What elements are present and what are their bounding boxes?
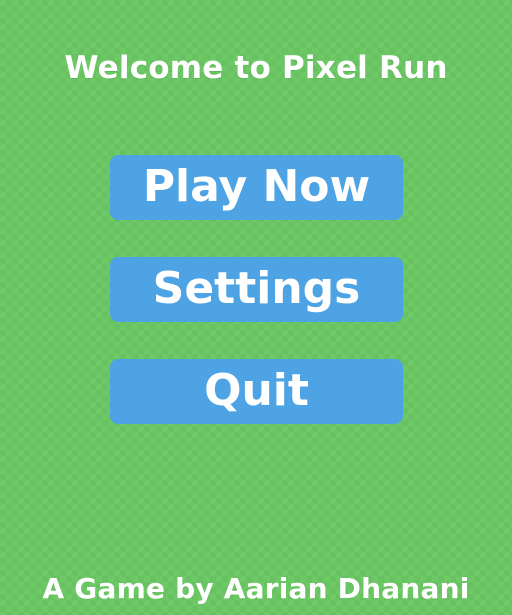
quit-button[interactable]: Quit [110,359,403,424]
game-title: Welcome to Pixel Run [64,50,448,86]
play-now-button[interactable]: Play Now [110,155,403,220]
main-menu-screen: Welcome to Pixel Run Play Now Settings Q… [0,0,512,615]
main-menu: Play Now Settings Quit [110,155,403,424]
credits-text: A Game by Aarian Dhanani [42,572,470,605]
settings-button[interactable]: Settings [110,257,403,322]
